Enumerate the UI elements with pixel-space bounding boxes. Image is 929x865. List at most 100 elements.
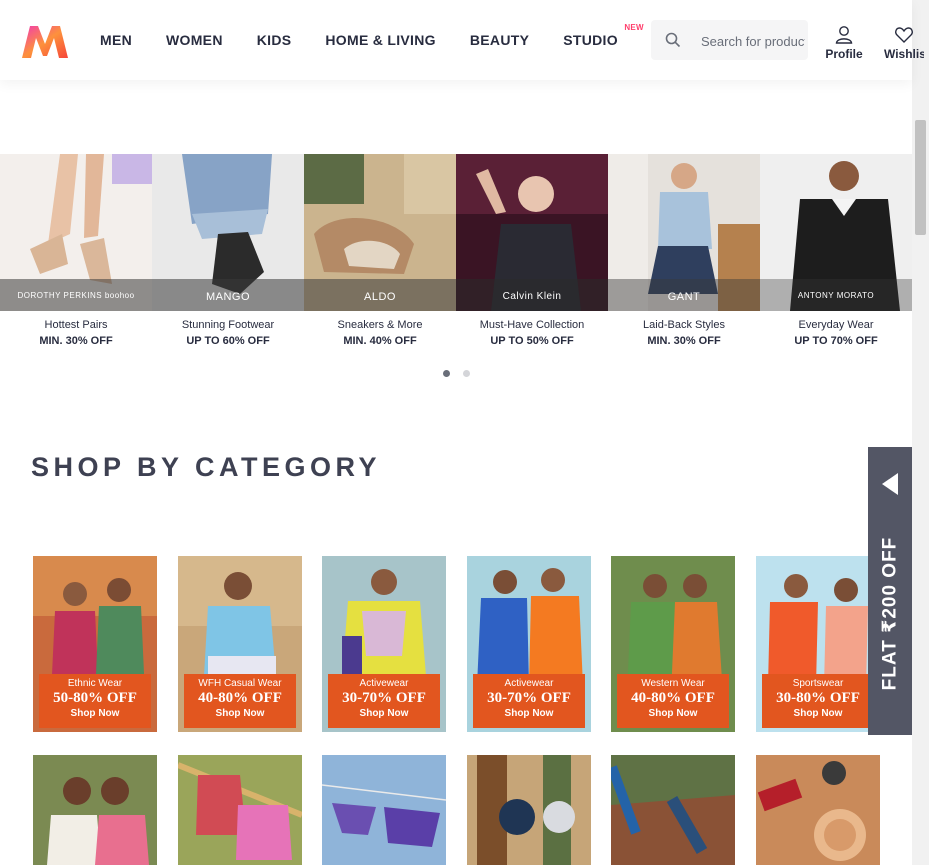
category-discount: 30-70% OFF <box>342 690 426 706</box>
category-image <box>322 755 446 865</box>
category-banner: Western Wear 40-80% OFF Shop Now <box>617 674 729 728</box>
carousel-card[interactable]: GANT Laid-Back Styles MIN. 30% OFF <box>608 154 760 354</box>
product-image[interactable] <box>152 154 304 311</box>
category-card[interactable]: Sportswear 30-80% OFF Shop Now <box>756 556 880 732</box>
top-header: MEN WOMEN KIDS HOME & LIVING BEAUTY STUD… <box>0 0 924 80</box>
category-discount: 40-80% OFF <box>198 690 282 706</box>
section-title: SHOP BY CATEGORY <box>31 452 382 482</box>
scrollbar-thumb[interactable] <box>915 120 926 235</box>
category-card[interactable]: Western Wear 40-80% OFF Shop Now <box>611 556 735 732</box>
category-image <box>756 755 880 865</box>
category-card[interactable]: Ethnic Wear 50-80% OFF Shop Now <box>33 556 157 732</box>
category-card[interactable]: WFH Casual Wear 40-80% OFF Shop Now <box>178 556 302 732</box>
card-offer: UP TO 60% OFF <box>186 335 270 347</box>
category-discount: 50-80% OFF <box>53 690 137 706</box>
nav-men[interactable]: MEN <box>100 32 132 48</box>
category-banner: WFH Casual Wear 40-80% OFF Shop Now <box>184 674 296 728</box>
carousel-card[interactable]: MANGO Stunning Footwear UP TO 60% OFF <box>152 154 304 354</box>
card-offer: UP TO 70% OFF <box>794 335 878 347</box>
carousel-card[interactable]: DOROTHY PERKINS boohoo Hottest Pairs MIN… <box>0 154 152 354</box>
wishlist-label: Wishlist <box>884 47 924 61</box>
brand-logo: GANT <box>667 291 701 303</box>
category-image <box>33 755 157 865</box>
brand-logo: Calvin Klein <box>502 291 562 302</box>
carousel-card[interactable]: Calvin Klein Must-Have Collection UP TO … <box>456 154 608 354</box>
category-banner: Activewear 30-70% OFF Shop Now <box>473 674 585 728</box>
category-name: Ethnic Wear <box>67 678 123 689</box>
category-card[interactable] <box>611 755 735 865</box>
shop-now-link[interactable]: Shop Now <box>617 708 729 719</box>
brand-logo: MANGO <box>205 291 251 303</box>
main-nav: MEN WOMEN KIDS HOME & LIVING BEAUTY STUD… <box>100 0 652 80</box>
card-offer: MIN. 30% OFF <box>647 335 721 347</box>
nav-home-living[interactable]: HOME & LIVING <box>325 32 435 48</box>
card-offer: UP TO 50% OFF <box>490 335 574 347</box>
category-card[interactable] <box>756 755 880 865</box>
category-card[interactable]: Activewear 30-70% OFF Shop Now <box>322 556 446 732</box>
category-card[interactable]: Activewear 30-70% OFF Shop Now <box>467 556 591 732</box>
card-caption: Stunning Footwear <box>181 319 275 331</box>
category-image <box>467 755 591 865</box>
card-caption: Everyday Wear <box>798 319 874 331</box>
wishlist-button[interactable]: Wishlist <box>884 25 924 61</box>
nav-kids[interactable]: KIDS <box>257 32 292 48</box>
nav-women[interactable]: WOMEN <box>166 32 223 48</box>
brand-carousel: DOROTHY PERKINS boohoo Hottest Pairs MIN… <box>0 154 912 354</box>
search-bar[interactable] <box>651 20 808 60</box>
category-discount: 40-80% OFF <box>631 690 715 706</box>
search-input[interactable] <box>699 20 807 60</box>
shop-now-link[interactable]: Shop Now <box>328 708 440 719</box>
search-icon[interactable] <box>665 32 681 48</box>
card-offer: MIN. 40% OFF <box>343 335 417 347</box>
nav-beauty[interactable]: BEAUTY <box>470 32 529 48</box>
flat-offer-label: FLAT ₹200 OFF <box>879 536 901 691</box>
profile-label: Profile <box>825 47 863 61</box>
myntra-logo[interactable] <box>20 22 70 60</box>
product-image[interactable] <box>304 154 456 311</box>
shop-now-link[interactable]: Shop Now <box>184 708 296 719</box>
nav-studio[interactable]: STUDIO NEW <box>563 23 643 48</box>
category-name: Western Wear <box>641 678 705 689</box>
brand-logo: ANTONY MORATO <box>797 291 875 300</box>
category-name: Activewear <box>359 678 409 689</box>
pagination-dot-active[interactable] <box>443 370 450 377</box>
product-image[interactable] <box>456 154 608 311</box>
chevron-left-icon[interactable] <box>882 473 898 495</box>
shop-now-link[interactable]: Shop Now <box>473 708 585 719</box>
category-card[interactable] <box>33 755 157 865</box>
card-caption: Sneakers & More <box>337 319 423 331</box>
category-banner: Ethnic Wear 50-80% OFF Shop Now <box>39 674 151 728</box>
card-caption: Hottest Pairs <box>44 319 108 331</box>
product-image[interactable] <box>760 154 912 311</box>
product-image[interactable] <box>0 154 152 311</box>
profile-button[interactable]: Profile <box>824 25 864 61</box>
product-image[interactable] <box>608 154 760 311</box>
category-card[interactable] <box>322 755 446 865</box>
carousel-pagination <box>443 370 473 378</box>
category-discount: 30-80% OFF <box>776 690 860 706</box>
pagination-dot[interactable] <box>463 370 470 377</box>
category-name: Sportswear <box>792 678 844 689</box>
brand-logo: DOROTHY PERKINS boohoo <box>17 291 135 300</box>
brand-logo: ALDO <box>364 291 396 303</box>
category-image <box>611 755 735 865</box>
card-caption: Laid-Back Styles <box>643 319 725 331</box>
shop-now-link[interactable]: Shop Now <box>762 708 874 719</box>
category-name: WFH Casual Wear <box>198 678 282 689</box>
category-banner: Sportswear 30-80% OFF Shop Now <box>762 674 874 728</box>
category-banner: Activewear 30-70% OFF Shop Now <box>328 674 440 728</box>
category-card[interactable] <box>467 755 591 865</box>
carousel-card[interactable]: ANTONY MORATO Everyday Wear UP TO 70% OF… <box>760 154 912 354</box>
card-offer: MIN. 30% OFF <box>39 335 113 347</box>
card-caption: Must-Have Collection <box>479 319 585 331</box>
category-discount: 30-70% OFF <box>487 690 571 706</box>
category-name: Activewear <box>504 678 554 689</box>
heart-icon <box>895 27 913 43</box>
user-icon <box>835 26 853 44</box>
shop-now-link[interactable]: Shop Now <box>39 708 151 719</box>
carousel-card[interactable]: ALDO Sneakers & More MIN. 40% OFF <box>304 154 456 354</box>
category-card[interactable] <box>178 755 302 865</box>
category-image <box>178 755 302 865</box>
new-badge: NEW <box>624 23 644 32</box>
flat-offer-tab[interactable]: FLAT ₹200 OFF <box>868 447 912 735</box>
